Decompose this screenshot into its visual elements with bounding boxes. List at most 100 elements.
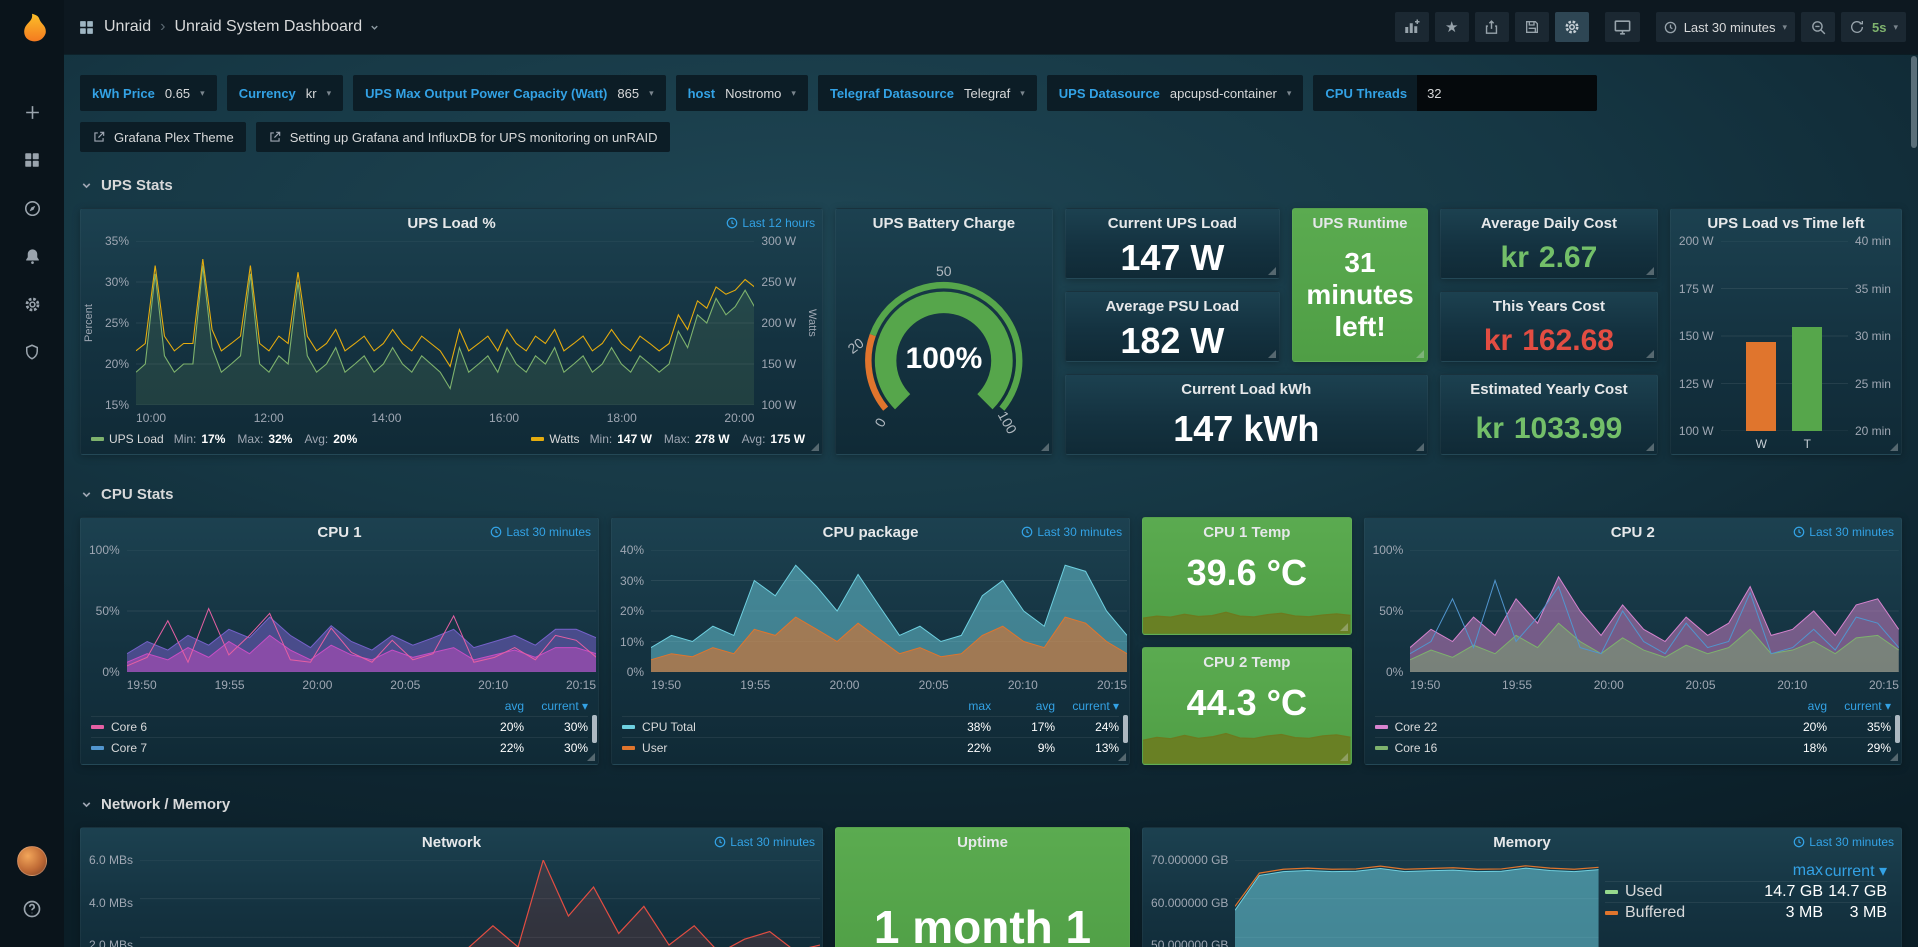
series-toggle[interactable]: Used: [1605, 883, 1759, 901]
panel-header[interactable]: UPS Runtime: [1293, 209, 1427, 237]
memory-chart[interactable]: 70.000000 GB60.000000 GB50.000000 GB: [1143, 856, 1601, 947]
panel-header[interactable]: CPU 1 Temp: [1143, 518, 1350, 546]
star-button[interactable]: ★: [1435, 12, 1469, 42]
sidebar-item-server-admin[interactable]: [0, 328, 64, 376]
svg-text:100: 100: [995, 408, 1020, 436]
legend-column-current[interactable]: current ▾: [1823, 861, 1887, 881]
variable-value: Telegraf: [964, 86, 1010, 101]
series-toggle[interactable]: Core 6: [91, 720, 460, 734]
user-avatar[interactable]: [0, 837, 64, 885]
series-toggle[interactable]: CPU Total: [622, 720, 927, 734]
sidebar-item-create[interactable]: [0, 88, 64, 136]
series-name[interactable]: UPS Load: [109, 432, 164, 446]
panel-header[interactable]: CPU package Last 30 minutes: [612, 518, 1129, 546]
settings-button[interactable]: [1555, 12, 1589, 42]
legend-column-avg[interactable]: avg: [991, 699, 1055, 713]
panel-header[interactable]: UPS Battery Charge: [836, 209, 1052, 237]
refresh-picker[interactable]: 5s ▾: [1841, 12, 1906, 42]
sidebar-item-help[interactable]: [0, 885, 64, 933]
variable-value: kr: [306, 86, 317, 101]
series-toggle[interactable]: Core 16: [1375, 741, 1763, 755]
panel-header[interactable]: Uptime: [836, 828, 1129, 856]
panel-header[interactable]: This Years Cost: [1441, 292, 1657, 320]
panel-timerange[interactable]: Last 30 minutes: [1793, 525, 1894, 539]
panel-header[interactable]: UPS Load % Last 12 hours: [81, 209, 822, 237]
legend-column-avg[interactable]: avg: [1763, 699, 1827, 713]
variable-kwh-price[interactable]: kWh Price 0.65 ▾: [80, 75, 217, 111]
series-toggle[interactable]: Buffered: [1605, 904, 1759, 922]
ups-bars-chart[interactable]: 200 W175 W150 W125 W100 W40 min35 min30 …: [1671, 237, 1901, 454]
panel-timerange[interactable]: Last 30 minutes: [1793, 835, 1894, 849]
variable-telegraf-datasource[interactable]: Telegraf Datasource Telegraf ▾: [818, 75, 1037, 111]
legend-scrollbar[interactable]: [1123, 715, 1128, 743]
legend-column-current[interactable]: current ▾: [524, 699, 588, 713]
save-button[interactable]: [1515, 12, 1549, 42]
panel-header[interactable]: CPU 1 Last 30 minutes: [81, 518, 598, 546]
cycle-view-button[interactable]: [1605, 12, 1640, 42]
panel-header[interactable]: Network Last 30 minutes: [81, 828, 822, 856]
panel-timerange[interactable]: Last 30 minutes: [1021, 525, 1122, 539]
series-name[interactable]: Watts: [549, 432, 579, 446]
panel-uptime: Uptime 1 month 1: [835, 827, 1130, 947]
series-name: Core 16: [1395, 741, 1438, 755]
cpu1-chart[interactable]: 100%50%0%19:5019:5520:0020:0520:1020:15: [81, 546, 598, 695]
sidebar-item-explore[interactable]: [0, 184, 64, 232]
row-header-ups-stats[interactable]: UPS Stats: [80, 170, 1902, 200]
legend-column-current[interactable]: current ▾: [1055, 699, 1119, 713]
legend-header: max avg current ▾: [622, 695, 1119, 716]
sidebar-item-dashboards[interactable]: [0, 136, 64, 184]
battery-gauge[interactable]: 100% 02050100: [836, 237, 1052, 454]
section-ups-stats: UPS Stats UPS Load % Last 12 hours Perce…: [80, 170, 1902, 455]
add-panel-button[interactable]: [1395, 12, 1429, 42]
variable-host[interactable]: host Nostromo ▾: [676, 75, 808, 111]
grafana-logo-icon[interactable]: [12, 10, 52, 50]
panel-timerange[interactable]: Last 30 minutes: [714, 835, 815, 849]
variable-currency[interactable]: Currency kr ▾: [227, 75, 343, 111]
variable-ups-max-output[interactable]: UPS Max Output Power Capacity (Watt) 865…: [353, 75, 665, 111]
zoom-out-button[interactable]: [1801, 12, 1835, 42]
grafana-dashboard: Unraid › Unraid System Dashboard ★: [0, 0, 1918, 947]
time-range-picker[interactable]: Last 30 minutes ▾: [1656, 12, 1795, 42]
panel-header[interactable]: UPS Load vs Time left: [1671, 209, 1901, 237]
panel-timerange[interactable]: Last 30 minutes: [490, 525, 591, 539]
row-header-network-memory[interactable]: Network / Memory: [80, 789, 1902, 819]
page-scrollbar[interactable]: [1911, 56, 1917, 148]
breadcrumb-dashboard-title[interactable]: Unraid System Dashboard: [174, 18, 362, 36]
panel-header[interactable]: Current UPS Load: [1066, 209, 1279, 237]
legend-scrollbar[interactable]: [1895, 715, 1900, 743]
panel-header[interactable]: CPU 2 Temp: [1143, 648, 1350, 676]
legend-column-max[interactable]: max: [1759, 862, 1823, 880]
series-toggle[interactable]: User: [622, 741, 927, 755]
dashboard-content: kWh Price 0.65 ▾ Currency kr ▾ UPS Max O…: [64, 54, 1918, 947]
cpu-threads-input[interactable]: [1417, 75, 1597, 111]
panel-header[interactable]: Average PSU Load: [1066, 292, 1279, 320]
cpu2-chart[interactable]: 100%50%0%19:5019:5520:0020:0520:1020:15: [1365, 546, 1901, 695]
series-swatch: [91, 746, 104, 750]
share-button[interactable]: [1475, 12, 1509, 42]
panel-timerange[interactable]: Last 12 hours: [726, 216, 815, 230]
panel-header[interactable]: CPU 2 Last 30 minutes: [1365, 518, 1901, 546]
network-chart[interactable]: 6.0 MBs4.0 MBs2.0 MBs: [81, 856, 822, 947]
panel-header[interactable]: Current Load kWh: [1066, 375, 1427, 403]
apps-grid-icon[interactable]: [78, 19, 95, 36]
breadcrumb-app[interactable]: Unraid: [104, 18, 151, 36]
legend-column-avg[interactable]: avg: [460, 699, 524, 713]
stat-value: 17%: [201, 432, 225, 446]
panel-header[interactable]: Average Daily Cost: [1441, 209, 1657, 237]
sidebar-item-alerting[interactable]: [0, 232, 64, 280]
row-header-cpu-stats[interactable]: CPU Stats: [80, 479, 1902, 509]
panel-header[interactable]: Estimated Yearly Cost: [1441, 375, 1657, 403]
legend-column-max[interactable]: max: [927, 699, 991, 713]
chevron-down-icon[interactable]: [369, 22, 380, 33]
series-toggle[interactable]: Core 22: [1375, 720, 1763, 734]
series-toggle[interactable]: Core 7: [91, 741, 460, 755]
sidebar-item-configuration[interactable]: [0, 280, 64, 328]
variable-ups-datasource[interactable]: UPS Datasource apcupsd-container ▾: [1047, 75, 1304, 111]
legend-scrollbar[interactable]: [592, 715, 597, 743]
cpu-package-chart[interactable]: 40%30%20%10%0%19:5019:5520:0020:0520:102…: [612, 546, 1129, 695]
ups-load-chart[interactable]: Percent35%30%25%20%15%300 W250 W200 W150…: [81, 237, 822, 428]
link-grafana-plex-theme[interactable]: Grafana Plex Theme: [80, 122, 246, 152]
legend-column-current[interactable]: current ▾: [1827, 699, 1891, 713]
panel-header[interactable]: Memory Last 30 minutes: [1143, 828, 1901, 856]
link-ups-monitoring-guide[interactable]: Setting up Grafana and InfluxDB for UPS …: [256, 122, 670, 152]
